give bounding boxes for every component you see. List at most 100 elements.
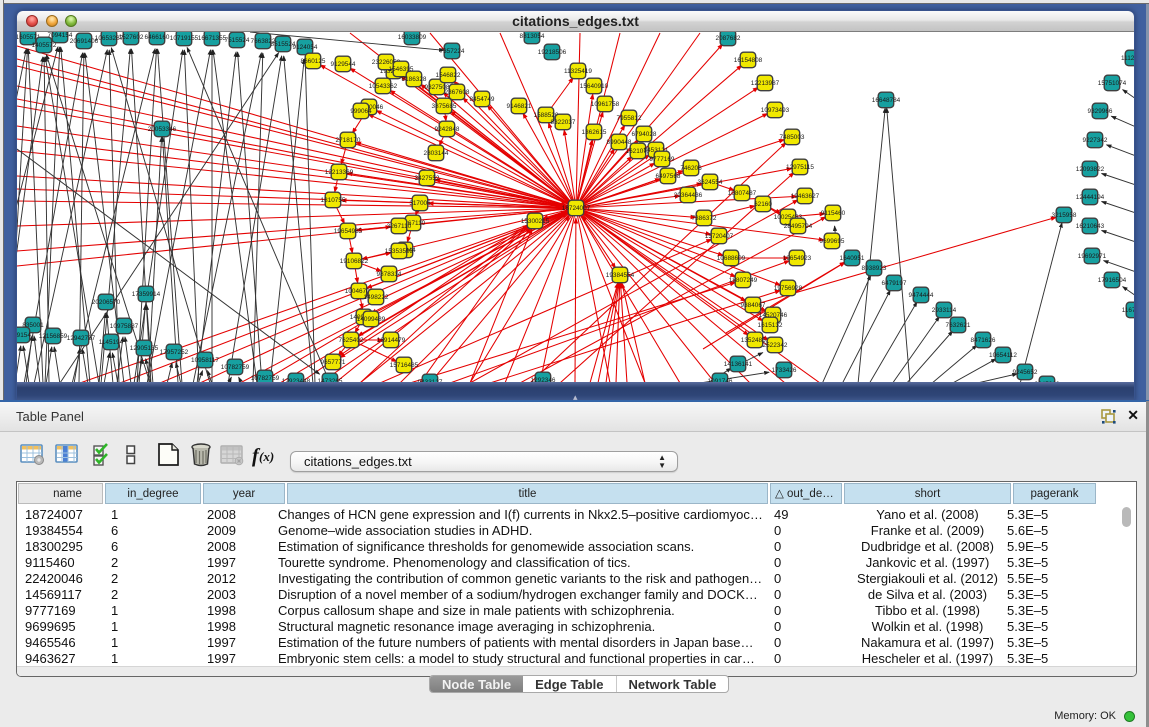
svg-text:3427552: 3427552 xyxy=(415,175,440,182)
svg-text:6479197: 6479197 xyxy=(882,280,907,287)
svg-text:19218506: 19218506 xyxy=(538,49,567,56)
svg-text:10543362: 10543362 xyxy=(369,83,398,90)
svg-text:2522342: 2522342 xyxy=(763,342,788,349)
svg-text:8660125: 8660125 xyxy=(301,58,326,65)
svg-text:9242848: 9242848 xyxy=(435,126,460,133)
svg-text:9878334: 9878334 xyxy=(377,271,402,278)
svg-text:6794028: 6794028 xyxy=(632,131,657,138)
svg-text:7632621: 7632621 xyxy=(946,322,971,329)
svg-text:3875685: 3875685 xyxy=(432,103,457,110)
svg-text:9474444: 9474444 xyxy=(909,292,934,299)
svg-text:9657771: 9657771 xyxy=(321,359,346,366)
svg-text:10688609: 10688609 xyxy=(717,255,746,262)
svg-text:17916504: 17916504 xyxy=(1098,277,1127,284)
svg-text:1498222: 1498222 xyxy=(364,294,389,301)
svg-text:15353593: 15353593 xyxy=(385,248,414,255)
svg-text:1733426: 1733426 xyxy=(772,367,797,374)
svg-text:2933114: 2933114 xyxy=(932,307,957,314)
svg-text:9329966: 9329966 xyxy=(1088,108,1113,115)
svg-text:1112354: 1112354 xyxy=(1121,55,1134,62)
svg-text:(x): (x) xyxy=(259,449,274,464)
svg-text:9129544: 9129544 xyxy=(331,61,356,68)
svg-text:20364436: 20364436 xyxy=(674,192,703,199)
svg-text:9124054: 9124054 xyxy=(293,44,318,51)
svg-text:8990448: 8990448 xyxy=(607,139,632,146)
svg-text:15716485: 15716485 xyxy=(390,362,419,369)
svg-text:1405572: 1405572 xyxy=(32,42,57,49)
svg-text:14136141: 14136141 xyxy=(724,361,753,368)
svg-text:2803144: 2803144 xyxy=(424,150,449,157)
svg-text:8813054: 8813054 xyxy=(520,33,545,40)
svg-text:15751074: 15751074 xyxy=(1098,80,1127,87)
svg-text:9245652: 9245652 xyxy=(1013,369,1038,376)
svg-text:7386372: 7386372 xyxy=(692,215,717,222)
svg-text:18807249: 18807249 xyxy=(729,277,758,284)
svg-text:8186328: 8186328 xyxy=(402,76,427,83)
svg-text:10654112: 10654112 xyxy=(989,352,1017,359)
svg-text:10958117: 10958117 xyxy=(191,357,219,364)
svg-text:19654923: 19654923 xyxy=(783,255,812,262)
svg-text:19463627: 19463627 xyxy=(791,193,820,200)
svg-text:10807487: 10807487 xyxy=(728,190,757,197)
svg-text:16154808: 16154808 xyxy=(734,57,763,64)
svg-text:1145194: 1145194 xyxy=(99,339,124,346)
svg-text:3267110: 3267110 xyxy=(387,223,412,230)
svg-text:999064: 999064 xyxy=(350,108,372,115)
svg-text:9227342: 9227342 xyxy=(1083,137,1108,144)
svg-text:16648784: 16648784 xyxy=(872,97,901,104)
svg-text:20206570: 20206570 xyxy=(92,299,121,306)
svg-text:9699695: 9699695 xyxy=(820,238,845,245)
svg-text:16210643: 16210643 xyxy=(1076,223,1105,230)
svg-text:1362615: 1362615 xyxy=(582,129,607,136)
svg-text:746206: 746206 xyxy=(680,165,702,172)
svg-text:9384067: 9384067 xyxy=(741,302,766,309)
svg-text:19756928: 19756928 xyxy=(774,285,803,292)
svg-text:6497568: 6497568 xyxy=(656,173,681,180)
svg-text:2367608: 2367608 xyxy=(445,89,470,96)
svg-text:62160: 62160 xyxy=(754,201,772,208)
svg-text:6466160: 6466160 xyxy=(145,34,170,41)
svg-text:317006: 317006 xyxy=(409,200,431,207)
svg-text:12444194: 12444194 xyxy=(1076,194,1105,201)
svg-text:15720407: 15720407 xyxy=(705,233,734,240)
svg-text:2087682: 2087682 xyxy=(716,35,741,42)
svg-text:28495794: 28495794 xyxy=(784,223,813,230)
svg-text:7955812: 7955812 xyxy=(617,115,642,122)
svg-text:8471626: 8471626 xyxy=(971,337,996,344)
svg-text:19692971: 19692971 xyxy=(1078,253,1107,260)
svg-text:16033809: 16033809 xyxy=(398,34,427,41)
svg-text:15640910: 15640910 xyxy=(580,83,609,90)
svg-text:3215958: 3215958 xyxy=(1052,212,1077,219)
svg-text:10719155: 10719155 xyxy=(170,35,199,42)
svg-text:1810755: 1810755 xyxy=(321,197,346,204)
svg-text:1546822: 1546822 xyxy=(436,72,461,79)
svg-text:39154: 39154 xyxy=(17,332,31,339)
svg-text:9146821: 9146821 xyxy=(507,103,532,110)
svg-text:19106822: 19106822 xyxy=(340,258,369,265)
svg-text:17957252: 17957252 xyxy=(160,349,189,356)
svg-text:1527602: 1527602 xyxy=(119,34,144,41)
svg-text:8454749: 8454749 xyxy=(470,96,495,103)
svg-text:1167534: 1167534 xyxy=(1122,307,1134,314)
svg-text:11325419: 11325419 xyxy=(564,68,592,75)
svg-text:10782759: 10782759 xyxy=(221,364,250,371)
svg-text:10961758: 10961758 xyxy=(591,101,620,108)
svg-text:12213987: 12213987 xyxy=(751,80,780,87)
svg-text:9115460: 9115460 xyxy=(821,210,846,217)
svg-text:3624554: 3624554 xyxy=(698,179,723,186)
svg-text:8938923: 8938923 xyxy=(862,265,887,272)
svg-text:10973493: 10973493 xyxy=(761,107,790,114)
svg-text:12975115: 12975115 xyxy=(786,164,814,171)
svg-text:20053346: 20053346 xyxy=(148,126,177,133)
svg-text:12093822: 12093822 xyxy=(1076,166,1105,173)
svg-text:8322037: 8322037 xyxy=(551,119,576,126)
svg-text:7515524: 7515524 xyxy=(225,37,250,44)
svg-text:18724007: 18724007 xyxy=(562,205,591,212)
svg-text:7485003: 7485003 xyxy=(780,134,805,141)
svg-text:7357224: 7357224 xyxy=(440,48,465,55)
svg-text:12905135: 12905135 xyxy=(130,345,159,352)
svg-text:2718170: 2718170 xyxy=(336,137,361,144)
svg-text:9777169: 9777169 xyxy=(650,156,675,163)
svg-text:15300215: 15300215 xyxy=(521,218,550,225)
svg-text:17359914: 17359914 xyxy=(132,291,161,298)
